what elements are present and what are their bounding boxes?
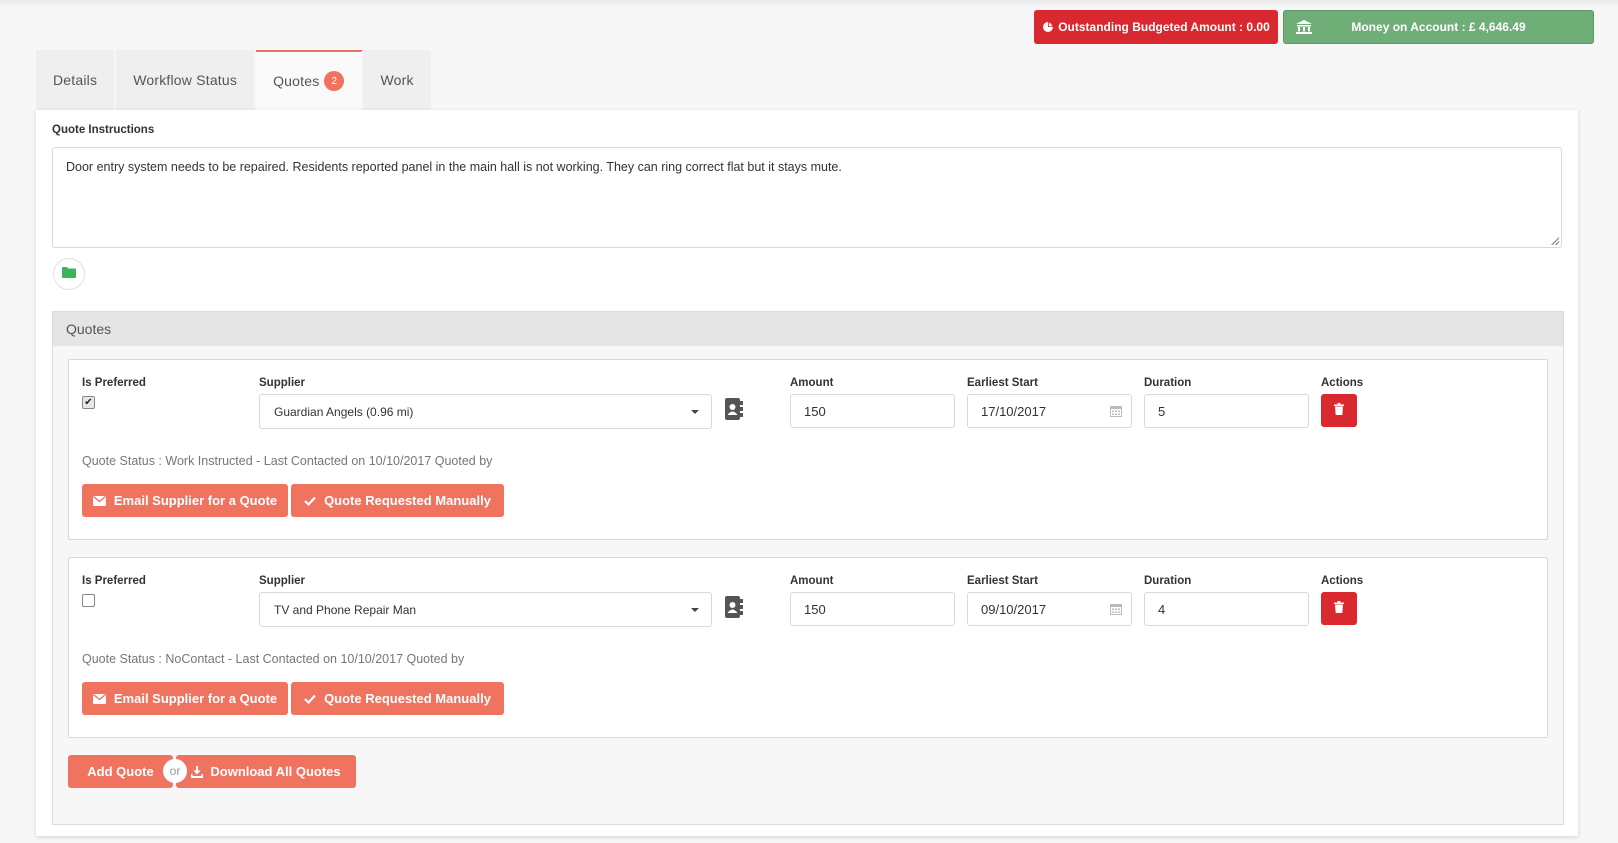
supplier-directory-icon[interactable] [725, 398, 743, 425]
quote-instructions-text: Door entry system needs to be repaired. … [66, 160, 842, 174]
earliest-start-label: Earliest Start [967, 377, 1038, 389]
bank-icon [1296, 20, 1312, 34]
amount-value: 150 [804, 601, 826, 617]
quote-status-text: Quote Status : NoContact - Last Contacte… [82, 652, 465, 666]
download-icon [191, 765, 204, 778]
duration-value: 5 [1158, 403, 1166, 419]
supplier-label: Supplier [259, 575, 306, 587]
is-preferred-label: Is Preferred [82, 377, 146, 389]
caret-down-icon [691, 410, 699, 414]
money-on-account-badge[interactable]: Money on Account : £ 4,646.49 [1283, 10, 1594, 44]
add-quote-button[interactable]: Add Quote [68, 755, 173, 788]
amount-value: 150 [804, 403, 826, 419]
tab-bar: Details Workflow Status Quotes 2 Work [36, 50, 433, 110]
supplier-select[interactable]: TV and Phone Repair Man [259, 592, 712, 627]
amount-input[interactable]: 150 [790, 394, 955, 428]
download-all-quotes-label: Download All Quotes [210, 764, 341, 779]
earliest-start-value: 17/10/2017 [981, 403, 1047, 419]
supplier-directory-icon[interactable] [725, 596, 743, 623]
quote-card: Is Preferred Supplier Amount Earliest St… [68, 359, 1548, 540]
supplier-select[interactable]: Guardian Angels (0.96 mi) [259, 394, 712, 429]
envelope-icon [92, 693, 106, 704]
supplier-value: Guardian Angels (0.96 mi) [274, 404, 414, 419]
quotes-section-title: Quotes [53, 312, 1563, 346]
calendar-icon[interactable] [1110, 603, 1122, 618]
duration-input[interactable]: 5 [1144, 394, 1309, 428]
quote-instructions-textarea[interactable]: Door entry system needs to be repaired. … [52, 147, 1562, 248]
earliest-start-value: 09/10/2017 [981, 601, 1047, 617]
is-preferred-checkbox[interactable] [82, 594, 95, 607]
delete-quote-button[interactable] [1321, 592, 1357, 625]
caret-down-icon [691, 608, 699, 612]
duration-input[interactable]: 4 [1144, 592, 1309, 626]
folder-icon [62, 265, 76, 283]
supplier-value: TV and Phone Repair Man [274, 602, 417, 617]
supplier-label: Supplier [259, 377, 306, 389]
email-supplier-button[interactable]: Email Supplier for a Quote [82, 484, 288, 517]
download-all-quotes-button[interactable]: Download All Quotes [176, 755, 356, 788]
delete-quote-button[interactable] [1321, 394, 1357, 427]
quote-instructions-label: Quote Instructions [52, 124, 155, 136]
tab-count-badge: 2 [324, 71, 345, 91]
attachments-folder-button[interactable] [53, 258, 85, 290]
quote-status-text: Quote Status : Work Instructed - Last Co… [82, 454, 493, 468]
quote-card: Is Preferred Supplier Amount Earliest St… [68, 557, 1548, 738]
pie-chart-icon [1042, 21, 1054, 33]
email-supplier-button[interactable]: Email Supplier for a Quote [82, 682, 288, 715]
check-icon [304, 694, 316, 704]
actions-label: Actions [1321, 575, 1364, 587]
outstanding-budget-badge[interactable]: Outstanding Budgeted Amount : 0.00 [1034, 10, 1278, 44]
add-quote-label: Add Quote [87, 764, 154, 779]
outstanding-budget-label: Outstanding Budgeted Amount : 0.00 [1058, 20, 1270, 34]
trash-icon [1334, 402, 1344, 420]
money-on-account-label: Money on Account : £ 4,646.49 [1351, 20, 1526, 34]
amount-label: Amount [790, 377, 834, 389]
quotes-panel: Quote Instructions Door entry system nee… [36, 110, 1578, 836]
actions-label: Actions [1321, 377, 1364, 389]
or-separator: or [163, 759, 187, 783]
envelope-icon [92, 495, 106, 506]
tab-label: Details [53, 72, 98, 88]
email-supplier-label: Email Supplier for a Quote [113, 493, 278, 508]
earliest-start-input[interactable]: 17/10/2017 [967, 394, 1132, 428]
duration-label: Duration [1144, 575, 1192, 587]
tab-quotes[interactable]: Quotes 2 [256, 50, 364, 110]
amount-label: Amount [790, 575, 834, 587]
quote-requested-manually-label: Quote Requested Manually [324, 493, 491, 508]
is-preferred-checkbox[interactable]: ✔ [82, 396, 95, 409]
check-icon [304, 496, 316, 506]
tab-label: Quotes [273, 73, 320, 89]
quote-requested-manually-label: Quote Requested Manually [324, 691, 491, 706]
duration-label: Duration [1144, 377, 1192, 389]
top-shadow [0, 0, 1618, 8]
quote-requested-manually-button[interactable]: Quote Requested Manually [291, 682, 504, 715]
email-supplier-label: Email Supplier for a Quote [113, 691, 278, 706]
tab-label: Work [380, 72, 414, 88]
amount-input[interactable]: 150 [790, 592, 955, 626]
is-preferred-label: Is Preferred [82, 575, 146, 587]
tab-workflow-status[interactable]: Workflow Status [116, 50, 257, 110]
tab-work[interactable]: Work [363, 50, 433, 110]
tab-label: Workflow Status [133, 72, 238, 88]
trash-icon [1334, 600, 1344, 618]
tab-details[interactable]: Details [36, 50, 117, 110]
quote-requested-manually-button[interactable]: Quote Requested Manually [291, 484, 504, 517]
earliest-start-label: Earliest Start [967, 575, 1038, 587]
duration-value: 4 [1158, 601, 1166, 617]
quotes-section: Quotes Is Preferred Supplier Amount Earl… [52, 311, 1564, 825]
earliest-start-input[interactable]: 09/10/2017 [967, 592, 1132, 626]
resize-grip-icon[interactable] [1551, 237, 1559, 245]
calendar-icon[interactable] [1110, 405, 1122, 420]
